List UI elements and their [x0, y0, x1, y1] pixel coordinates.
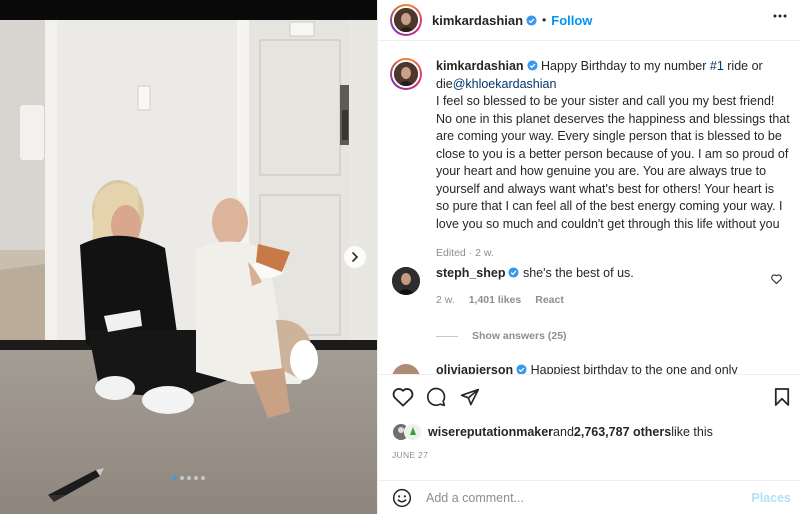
show-answers-button[interactable]: Show answers (25): [436, 330, 567, 342]
author-username[interactable]: kimkardashian: [432, 13, 523, 28]
likes-count[interactable]: 2,763,787 others: [574, 425, 671, 439]
edited-label: Edited: [436, 247, 466, 259]
liker-username[interactable]: wisereputationmaker: [428, 425, 553, 439]
carousel-indicator: [0, 476, 377, 480]
chevron-right-icon: [352, 252, 359, 262]
photo-scene: [0, 0, 377, 514]
caption-username[interactable]: kimkardashian: [436, 59, 524, 73]
caption-time: 2 w.: [475, 247, 494, 259]
post-details-panel: kimkardashian • Follow kimkardashian Hap…: [377, 0, 800, 514]
heart-icon[interactable]: [771, 274, 782, 284]
comment-meta: 2 w. 1,401 likes React: [436, 294, 790, 306]
post-photo[interactable]: [0, 0, 377, 514]
commenter-avatar[interactable]: [392, 364, 420, 374]
verified-badge-icon: [527, 60, 538, 71]
post-comment-button[interactable]: Places: [751, 491, 791, 505]
avatar-photo: [392, 267, 420, 295]
comment-item: steph_shep she's the best of us. 2 w. 1,…: [390, 265, 790, 306]
carousel-dot: [186, 476, 191, 480]
comment-input[interactable]: [426, 490, 746, 505]
comment-text: steph_shep she's the best of us.: [436, 265, 790, 282]
avatar-photo: [394, 62, 418, 86]
caption-line1: Happy Birthday to my number: [541, 59, 707, 73]
verified-badge-icon: [516, 364, 527, 374]
comment-username[interactable]: steph_shep: [436, 266, 505, 280]
likes-text: wisereputationmakerand2,763,787 othersli…: [428, 425, 713, 439]
meta-dot: ·: [468, 247, 473, 259]
caption-body: I feel so blessed to be your sister and …: [436, 94, 790, 231]
comment-icon[interactable]: [426, 387, 446, 407]
liker-avatar[interactable]: [404, 423, 422, 441]
carousel-dot: [200, 476, 205, 480]
comment-body: she's the best of us.: [522, 266, 634, 280]
comment-likes[interactable]: 1,401 likes: [469, 294, 522, 306]
verified-badge-icon: [508, 267, 520, 278]
comment-time: 2 w.: [436, 294, 455, 306]
instagram-post-view: kimkardashian • Follow kimkardashian Hap…: [0, 0, 800, 514]
carousel-dot: [193, 476, 198, 480]
caption-hashtag[interactable]: #1: [710, 59, 724, 73]
bookmark-icon[interactable]: [774, 387, 790, 407]
post-caption: kimkardashian Happy Birthday to my numbe…: [390, 58, 790, 263]
comments-list[interactable]: kimkardashian Happy Birthday to my numbe…: [378, 42, 800, 374]
avatar-photo: [405, 424, 421, 440]
follow-button[interactable]: Follow: [551, 13, 592, 28]
add-comment-bar: Places: [378, 480, 800, 514]
caption-meta: Edited · 2 w.: [436, 245, 790, 263]
header-separator: •: [542, 13, 547, 27]
comment-username[interactable]: oliviapierson: [436, 363, 513, 374]
answers-divider: [436, 335, 458, 337]
commenter-avatar[interactable]: [392, 267, 420, 295]
heart-icon[interactable]: [392, 387, 414, 407]
comment-reply-button[interactable]: React: [535, 294, 564, 306]
caption-text: kimkardashian Happy Birthday to my numbe…: [436, 58, 790, 263]
caption-avatar[interactable]: [390, 58, 422, 90]
caption-mention[interactable]: @khloekardashian: [453, 77, 557, 91]
likes-suffix: like this: [671, 425, 713, 439]
likes-summary: wisereputationmakerand2,763,787 othersli…: [392, 423, 713, 441]
more-horizontal-icon[interactable]: [773, 14, 787, 18]
carousel-dot: [179, 476, 184, 480]
avatar-photo: [394, 8, 418, 32]
post-header: kimkardashian • Follow: [378, 0, 800, 41]
comment-body: Happiest birthday to the one and only: [530, 363, 738, 374]
action-bar: [378, 374, 800, 419]
carousel-dot: [172, 476, 177, 480]
verified-badge-icon: [526, 14, 537, 26]
emoji-icon[interactable]: [392, 488, 412, 508]
show-answers-label: Show answers (25): [472, 330, 567, 342]
share-icon[interactable]: [460, 387, 480, 407]
likes-and: and: [553, 425, 574, 439]
comment-item: oliviapierson Happiest birthday to the o…: [390, 362, 790, 374]
carousel-next-button[interactable]: [344, 246, 366, 268]
post-date[interactable]: JUNE 27: [392, 450, 428, 460]
author-avatar[interactable]: [390, 4, 422, 36]
comment-text: oliviapierson Happiest birthday to the o…: [436, 362, 790, 374]
